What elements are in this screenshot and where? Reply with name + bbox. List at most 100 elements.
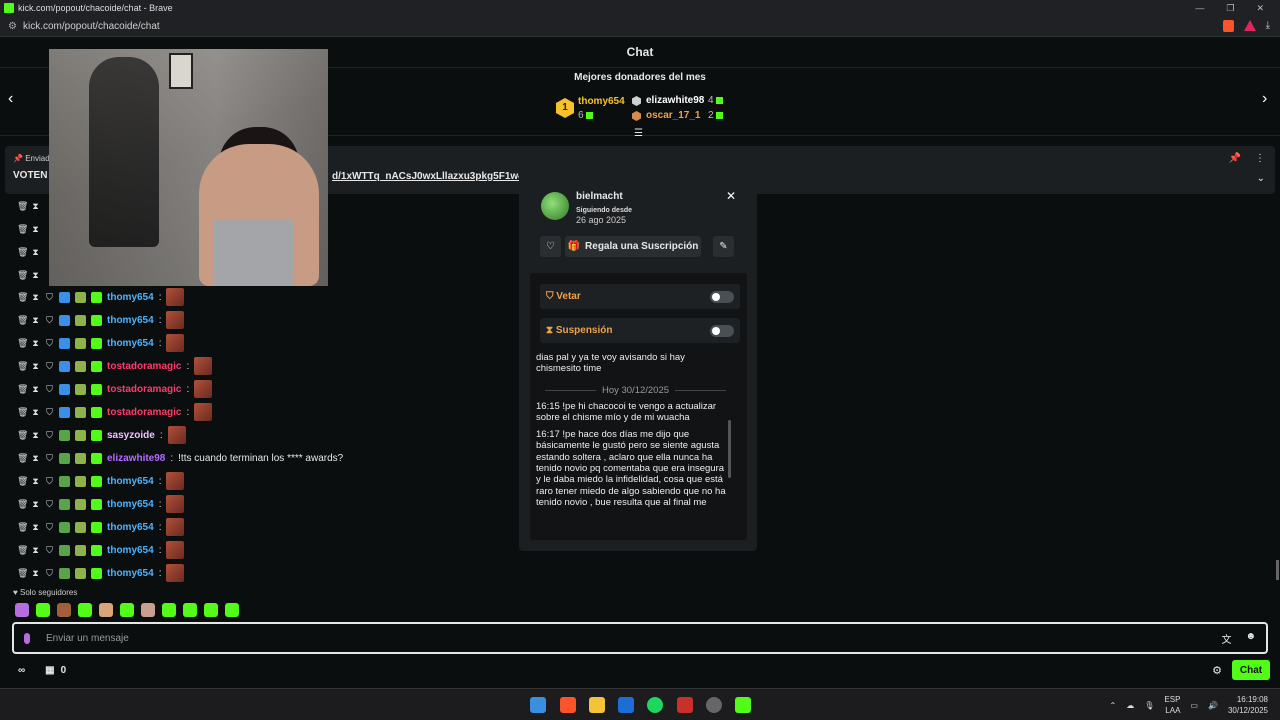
follow-heart-icon[interactable]: ♡ — [540, 236, 561, 257]
mod-tool-icon[interactable]: ✎ — [713, 236, 734, 257]
timeout-icon[interactable]: ⧗ — [31, 545, 40, 556]
spotify-icon[interactable] — [647, 697, 663, 713]
obs-icon[interactable] — [706, 697, 722, 713]
chevron-down-icon[interactable]: ⌄ — [1257, 173, 1265, 184]
chat-input[interactable]: Enviar un mensaje 文 ☻ — [12, 622, 1268, 654]
gift-subscription-button[interactable]: 🎁 Regala una Suscripción — [565, 236, 701, 257]
emote[interactable] — [162, 603, 176, 617]
emote[interactable] — [36, 603, 50, 617]
gift-icon[interactable]: ▦ — [45, 665, 54, 676]
brave-shields-icon[interactable] — [1222, 20, 1234, 32]
kick-app-icon[interactable] — [735, 697, 751, 713]
timeout-icon[interactable]: ⧗ — [31, 453, 40, 464]
timeout-icon[interactable]: ⧗ — [31, 224, 40, 235]
timeout-icon[interactable]: ⧗ — [31, 315, 40, 326]
url-text[interactable]: kick.com/popout/chacoide/chat — [23, 21, 160, 32]
windows-start-icon[interactable] — [530, 697, 546, 713]
chat-username[interactable]: thomy654 — [107, 545, 154, 556]
ban-toggle-row[interactable]: ⛉ Vetar — [540, 284, 740, 309]
chat-username[interactable]: sasyzoide — [107, 430, 155, 441]
history-scrollbar[interactable] — [728, 420, 731, 478]
trash-icon[interactable]: 🗑 — [17, 453, 28, 464]
chat-username[interactable]: thomy654 — [107, 315, 154, 326]
chat-username[interactable]: thomy654 — [107, 338, 154, 349]
trash-icon[interactable]: 🗑 — [17, 361, 28, 372]
timeout-icon[interactable]: ⧗ — [31, 499, 40, 510]
emoji-icon[interactable]: ☻ — [1245, 631, 1256, 646]
prev-arrow-icon[interactable]: ‹ — [8, 90, 13, 108]
emote[interactable] — [204, 603, 218, 617]
address-bar[interactable]: ⚙ kick.com/popout/chacoide/chat ⤓ — [0, 16, 1280, 37]
brave-icon[interactable] — [560, 697, 576, 713]
expand-filter-icon[interactable]: ☰ — [634, 128, 643, 139]
timeout-toggle-row[interactable]: ⧗ Suspensión — [540, 318, 740, 343]
chat-username[interactable]: elizawhite98 — [107, 453, 165, 464]
chat-username[interactable]: tostadoramagic — [107, 384, 181, 395]
chat-username[interactable]: thomy654 — [107, 476, 154, 487]
chat-username[interactable]: thomy654 — [107, 568, 154, 579]
download-icon[interactable]: ⤓ — [1266, 20, 1270, 32]
trash-icon[interactable]: 🗑 — [17, 476, 28, 487]
trash-icon[interactable]: 🗑 — [17, 430, 28, 441]
timeout-icon[interactable]: ⧗ — [31, 407, 40, 418]
close-window-icon[interactable]: ✕ — [1256, 3, 1264, 14]
shield-icon[interactable]: ⛉ — [45, 476, 54, 487]
cloud-icon[interactable]: ☁ — [1126, 701, 1134, 710]
trash-icon[interactable]: 🗑 — [17, 201, 28, 212]
donor-third-name[interactable]: oscar_17_1 — [646, 110, 701, 121]
emote[interactable] — [15, 603, 29, 617]
site-info-icon[interactable]: ⚙ — [8, 21, 17, 32]
timeout-icon[interactable]: ⧗ — [31, 384, 40, 395]
page-scrollbar[interactable] — [1276, 560, 1279, 580]
user-card-username[interactable]: bielmacht — [576, 191, 623, 202]
trash-icon[interactable]: 🗑 — [17, 270, 28, 281]
donor-first-name[interactable]: thomy654 — [578, 96, 625, 107]
trash-icon[interactable]: 🗑 — [17, 315, 28, 326]
shield-icon[interactable]: ⛉ — [45, 499, 54, 510]
clock[interactable]: 16:19:08 30/12/2025 — [1228, 694, 1268, 716]
translate-icon[interactable]: 文 — [1221, 631, 1231, 646]
emote[interactable] — [57, 603, 71, 617]
emote[interactable] — [141, 603, 155, 617]
ban-toggle[interactable] — [710, 290, 734, 303]
timeout-icon[interactable]: ⧗ — [31, 338, 40, 349]
donor-second-name[interactable]: elizawhite98 — [646, 95, 704, 106]
language-indicator[interactable]: ESP LAA — [1164, 694, 1180, 716]
minimize-icon[interactable]: — — [1195, 3, 1204, 14]
shield-icon[interactable]: ⛉ — [45, 522, 54, 533]
chat-username[interactable]: tostadoramagic — [107, 361, 181, 372]
trash-icon[interactable]: 🗑 — [17, 522, 28, 533]
timeout-toggle[interactable] — [710, 324, 734, 337]
shield-icon[interactable]: ⛉ — [45, 361, 54, 372]
trash-icon[interactable]: 🗑 — [17, 499, 28, 510]
chat-send-button[interactable]: Chat — [1232, 660, 1270, 680]
pin-icon[interactable]: 📌 — [1229, 153, 1241, 164]
timeout-icon[interactable]: ⧗ — [31, 292, 40, 303]
message-history[interactable]: dias pal y ya te voy avisando si hay chi… — [536, 352, 730, 528]
timeout-icon[interactable]: ⧗ — [31, 522, 40, 533]
timeout-icon[interactable]: ⧗ — [31, 430, 40, 441]
bing-icon[interactable] — [618, 697, 634, 713]
trash-icon[interactable]: 🗑 — [17, 384, 28, 395]
emote[interactable] — [78, 603, 92, 617]
close-icon[interactable]: ✕ — [726, 189, 736, 203]
timeout-icon[interactable]: ⧗ — [31, 247, 40, 258]
gear-icon[interactable]: ⚙ — [1212, 664, 1222, 677]
chat-username[interactable]: thomy654 — [107, 292, 154, 303]
trash-icon[interactable]: 🗑 — [17, 224, 28, 235]
timeout-icon[interactable]: ⧗ — [31, 270, 40, 281]
chat-username[interactable]: thomy654 — [107, 522, 154, 533]
brave-rewards-icon[interactable] — [1243, 20, 1256, 31]
pinned-link[interactable]: d/1xWTTq_nACsJ0wxLllazxu3pkg5F1w4bA — [332, 171, 537, 182]
trash-icon[interactable]: 🗑 — [17, 545, 28, 556]
shield-icon[interactable]: ⛉ — [45, 384, 54, 395]
volume-icon[interactable]: 🔊 — [1208, 701, 1218, 710]
network-icon[interactable]: ▭ — [1190, 701, 1198, 710]
shield-icon[interactable]: ⛉ — [45, 407, 54, 418]
trash-icon[interactable]: 🗑 — [17, 568, 28, 579]
shield-icon[interactable]: ⛉ — [45, 568, 54, 579]
mic-tray-icon[interactable]: 🎙 — [1144, 701, 1154, 710]
voicemod-icon[interactable] — [677, 697, 693, 713]
shield-icon[interactable]: ⛉ — [45, 338, 54, 349]
shield-icon[interactable]: ⛉ — [45, 315, 54, 326]
